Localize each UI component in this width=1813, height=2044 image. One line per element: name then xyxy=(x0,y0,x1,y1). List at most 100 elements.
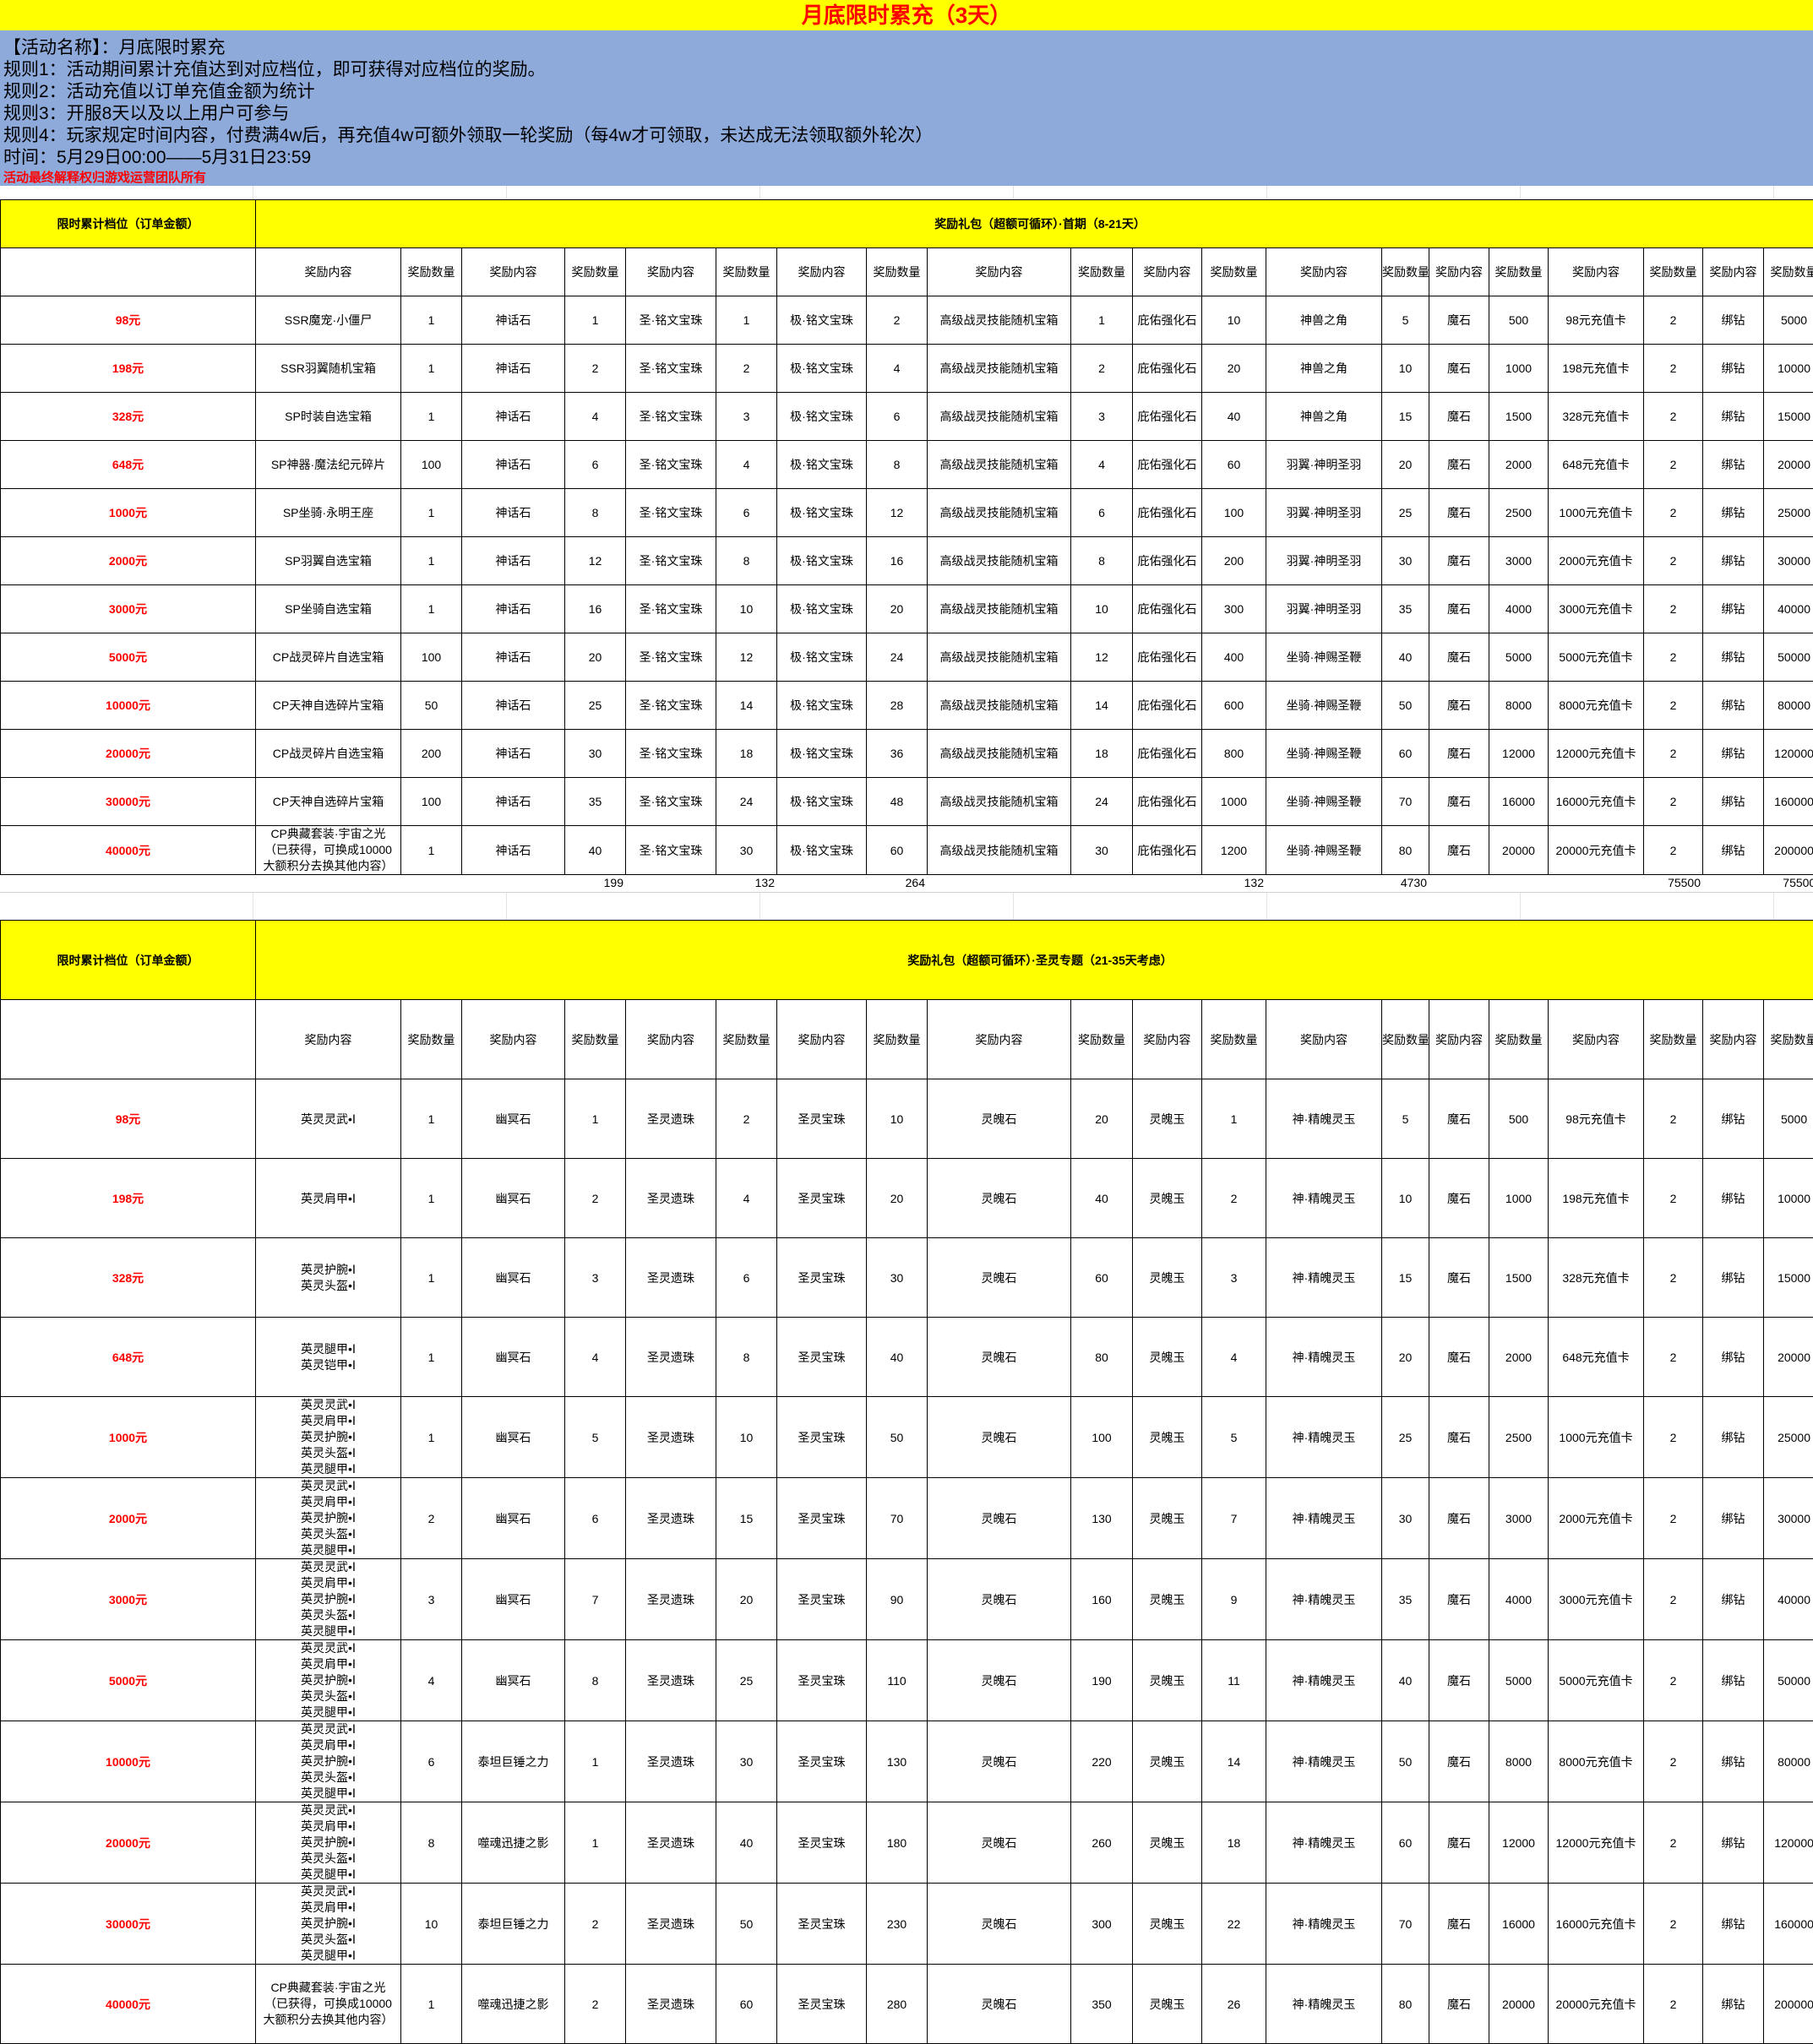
reward-content-header: 奖励内容 xyxy=(462,1000,565,1079)
reward-content-cell: 灵魄石 xyxy=(928,1238,1071,1318)
table-row: 198元英灵肩甲•Ⅰ1幽冥石2圣灵遗珠4圣灵宝珠20灵魄石40灵魄玉2神·精魄灵… xyxy=(1,1159,1813,1238)
reward-content-cell: 魔石 xyxy=(1429,1965,1489,2044)
reward-content-cell: 高级战灵技能随机宝箱 xyxy=(928,537,1071,585)
reward-quantity-cell: 500 xyxy=(1489,1079,1549,1159)
reward-content-cell: 648元充值卡 xyxy=(1549,441,1644,489)
reward-content-cell: 魔石 xyxy=(1429,345,1489,393)
reward-quantity-cell: 2 xyxy=(1644,633,1703,682)
reward-content-cell: 圣·铭文宝珠 xyxy=(626,537,716,585)
reward-content-cell: 庇佑强化石 xyxy=(1133,393,1202,441)
reward-quantity-cell: 20 xyxy=(1382,441,1429,489)
reward-quantity-cell: 350 xyxy=(1071,1965,1133,2044)
reward-content-cell: 圣灵宝珠 xyxy=(777,1478,867,1559)
reward-content-cell: 圣·铭文宝珠 xyxy=(626,633,716,682)
tier-subheader-blank xyxy=(1,248,256,296)
reward-content-cell: 高级战灵技能随机宝箱 xyxy=(928,345,1071,393)
reward-content-cell: 神话石 xyxy=(462,296,565,345)
reward-content-cell: 绑钻 xyxy=(1703,682,1764,730)
reward-quantity-cell: 30 xyxy=(1382,537,1429,585)
reward-quantity-cell: 1500 xyxy=(1489,1238,1549,1318)
reward-quantity-cell: 25 xyxy=(1382,489,1429,537)
reward-content-cell: 魔石 xyxy=(1429,537,1489,585)
reward-quantity-cell: 2 xyxy=(716,1079,777,1159)
reward-content-cell: 圣灵遗珠 xyxy=(626,1721,716,1802)
reward-quantity-cell: 70 xyxy=(1382,778,1429,826)
reward-content-cell: 极·铭文宝珠 xyxy=(777,682,867,730)
reward-quantity-cell: 20 xyxy=(1071,1079,1133,1159)
reward-content-cell: 圣灵遗珠 xyxy=(626,1079,716,1159)
reward-content-cell: 绑钻 xyxy=(1703,537,1764,585)
reward-quantity-cell: 15 xyxy=(716,1478,777,1559)
reward-quantity-cell: 5000 xyxy=(1489,633,1549,682)
reward-quantity-cell: 35 xyxy=(1382,585,1429,633)
reward-quantity-cell: 70 xyxy=(867,1478,928,1559)
reward-quantity-cell: 2 xyxy=(401,1478,462,1559)
tier-column-header: 限时累计档位（订单金额） xyxy=(1,200,256,248)
reward-content-cell: 198元充值卡 xyxy=(1549,345,1644,393)
reward-content-header: 奖励内容 xyxy=(1266,1000,1382,1079)
reward-quantity-cell: 10 xyxy=(1382,1159,1429,1238)
reward-content-cell: 绑钻 xyxy=(1703,1640,1764,1721)
reward-content-cell: 圣·铭文宝珠 xyxy=(626,585,716,633)
column-total: 132 xyxy=(1201,873,1266,893)
reward-quantity-cell: 2 xyxy=(1644,1640,1703,1721)
reward-content-cell: 极·铭文宝珠 xyxy=(777,393,867,441)
reward-content-cell: 绑钻 xyxy=(1703,345,1764,393)
reward-quantity-cell: 1 xyxy=(401,826,462,875)
reward-content-cell: 绑钻 xyxy=(1703,730,1764,778)
reward-quantity-cell: 2 xyxy=(1644,1159,1703,1238)
reward-quantity-cell: 8 xyxy=(867,441,928,489)
table-row: 198元SSR羽翼随机宝箱1神话石2圣·铭文宝珠2极·铭文宝珠4高级战灵技能随机… xyxy=(1,345,1813,393)
reward-quantity-cell: 1 xyxy=(401,1159,462,1238)
spacer-row xyxy=(0,186,1813,200)
reward-quantity-cell: 2 xyxy=(1644,393,1703,441)
reward-content-cell: 神兽之角 xyxy=(1266,393,1382,441)
reward-quantity-cell: 3000 xyxy=(1489,1478,1549,1559)
reward-content-cell: 羽翼·神明圣羽 xyxy=(1266,537,1382,585)
reward-content-cell: 圣灵遗珠 xyxy=(626,1318,716,1397)
reward-quantity-cell: 1 xyxy=(1071,296,1133,345)
reward-content-cell: 8000元充值卡 xyxy=(1549,1721,1644,1802)
reward-content-cell: 极·铭文宝珠 xyxy=(777,585,867,633)
reward-quantity-cell: 10 xyxy=(1071,585,1133,633)
reward-content-header: 奖励内容 xyxy=(1133,248,1202,296)
reward-quantity-cell: 8000 xyxy=(1489,682,1549,730)
reward-content-cell: 灵魄玉 xyxy=(1133,1397,1202,1478)
reward-content-cell: 圣灵遗珠 xyxy=(626,1238,716,1318)
info-disclaimer: 活动最终解释权归游戏运营团队所有 xyxy=(3,168,206,186)
column-total: 755000 xyxy=(1763,873,1813,893)
reward-quantity-cell: 18 xyxy=(1202,1802,1266,1884)
reward-content-cell: 幽冥石 xyxy=(462,1318,565,1397)
tier-amount-cell: 98元 xyxy=(1,296,256,345)
reward-quantity-cell: 10 xyxy=(1382,345,1429,393)
reward-quantity-cell: 40000 xyxy=(1764,585,1813,633)
reward-quantity-cell: 25000 xyxy=(1764,489,1813,537)
reward-content-cell: 圣灵宝珠 xyxy=(777,1802,867,1884)
reward-quantity-cell: 40000 xyxy=(1764,1559,1813,1640)
reward-content-cell: 高级战灵技能随机宝箱 xyxy=(928,441,1071,489)
reward-content-cell: 魔石 xyxy=(1429,1640,1489,1721)
reward-content-cell: 魔石 xyxy=(1429,1397,1489,1478)
reward-content-cell: 灵魄玉 xyxy=(1133,1802,1202,1884)
reward-content-cell: 灵魄石 xyxy=(928,1559,1071,1640)
reward-content-cell: 英灵灵武•Ⅰ 英灵肩甲•Ⅰ 英灵护腕•Ⅰ 英灵头盔•Ⅰ 英灵腿甲•Ⅰ xyxy=(256,1640,401,1721)
empty-cell xyxy=(1429,873,1489,893)
reward-content-cell: 灵魄玉 xyxy=(1133,1721,1202,1802)
tier-amount-cell: 3000元 xyxy=(1,1559,256,1640)
reward-content-cell: 极·铭文宝珠 xyxy=(777,537,867,585)
reward-content-cell: 1000元充值卡 xyxy=(1549,1397,1644,1478)
reward-content-cell: 庇佑强化石 xyxy=(1133,826,1202,875)
column-total: 4730 xyxy=(1381,873,1429,893)
reward-quantity-cell: 1500 xyxy=(1489,393,1549,441)
spacer-row xyxy=(0,893,1813,921)
reward-quantity-cell: 2 xyxy=(565,345,626,393)
tier-amount-cell: 5000元 xyxy=(1,1640,256,1721)
tier-amount-cell: 20000元 xyxy=(1,1802,256,1884)
reward-quantity-cell: 2 xyxy=(1644,1397,1703,1478)
reward-quantity-cell: 600 xyxy=(1202,682,1266,730)
reward-content-cell: 高级战灵技能随机宝箱 xyxy=(928,730,1071,778)
reward-content-cell: 绑钻 xyxy=(1703,1318,1764,1397)
reward-content-cell: 高级战灵技能随机宝箱 xyxy=(928,393,1071,441)
reward-quantity-cell: 14 xyxy=(1202,1721,1266,1802)
reward-table-holy-spirit: 限时累计档位（订单金额） 奖励礼包（超额可循环）·圣灵专题（21-35天考虑） … xyxy=(0,920,1813,2044)
